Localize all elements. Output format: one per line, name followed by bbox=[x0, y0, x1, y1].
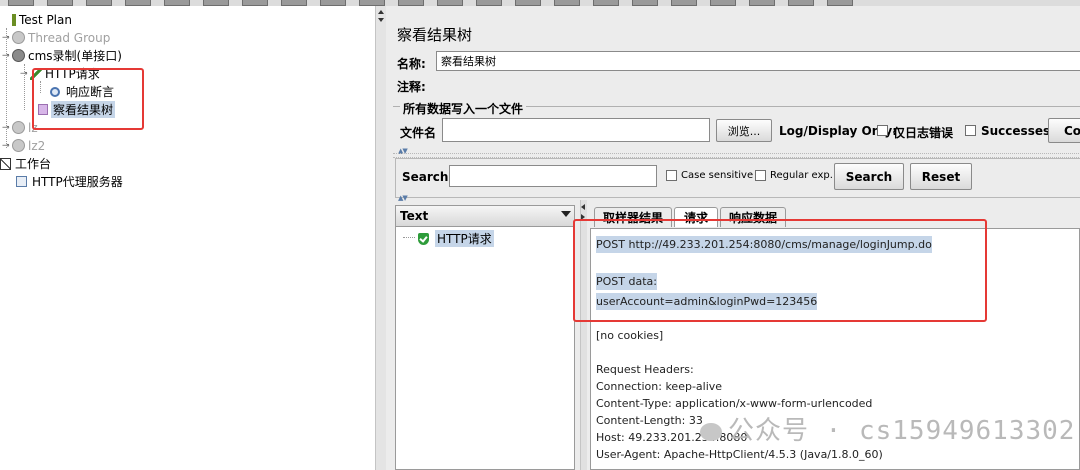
search-label: Search: bbox=[402, 170, 454, 184]
tree-item-label: HTTP代理服务器 bbox=[32, 175, 123, 189]
name-label: 名称: bbox=[397, 57, 426, 71]
tree-connector bbox=[6, 28, 8, 148]
chevron-down-icon bbox=[561, 211, 571, 217]
configure-button[interactable]: Co bbox=[1048, 118, 1080, 143]
filename-field[interactable] bbox=[442, 118, 710, 142]
request-line: Request Headers: bbox=[596, 363, 694, 376]
wechat-icon bbox=[700, 422, 722, 441]
test-plan-tree: Test Plan ⊸ Thread Group ⊸ cms录制(单接口) ⊸ … bbox=[0, 6, 375, 470]
request-line: User-Agent: Apache-HttpClient/4.5.3 (Jav… bbox=[596, 448, 883, 461]
regex-label: Regular exp. bbox=[770, 170, 833, 181]
request-line: [no cookies] bbox=[596, 329, 664, 342]
errors-only-checkbox[interactable] bbox=[877, 125, 888, 136]
request-line bbox=[596, 344, 932, 361]
name-field[interactable] bbox=[436, 51, 1080, 71]
regex-checkbox[interactable] bbox=[755, 170, 766, 181]
watermark-text: 公众号 · cs15949613302 bbox=[728, 416, 1076, 446]
search-input[interactable] bbox=[449, 165, 657, 187]
case-sensitive-checkbox[interactable] bbox=[666, 170, 677, 181]
filename-label: 文件名 bbox=[400, 126, 437, 140]
tree-item-label: 工作台 bbox=[15, 157, 52, 171]
gear-icon bbox=[12, 49, 25, 62]
tree-item-http-proxy[interactable]: HTTP代理服务器 bbox=[16, 173, 123, 190]
tree-item-label: Thread Group bbox=[28, 30, 111, 45]
success-shield-icon bbox=[418, 232, 429, 245]
highlight-box-request bbox=[573, 219, 987, 322]
tree-connector bbox=[24, 64, 26, 110]
errors-only-label: 仅日志错误 bbox=[893, 126, 954, 140]
collapse-arrows-icon[interactable]: ▲▼ bbox=[398, 194, 408, 202]
proxy-icon bbox=[16, 176, 27, 187]
tree-item-label: Test Plan bbox=[19, 12, 72, 27]
sample-item-http-request[interactable]: HTTP请求 bbox=[418, 230, 494, 247]
sample-label: HTTP请求 bbox=[435, 230, 494, 247]
case-sensitive-label: Case sensitive bbox=[681, 170, 754, 181]
comment-field[interactable] bbox=[430, 74, 1080, 94]
renderer-select[interactable]: Text bbox=[395, 205, 575, 227]
successes-checkbox[interactable] bbox=[965, 125, 976, 136]
file-group-legend: 所有数据写入一个文件 bbox=[400, 100, 527, 117]
tree-connector bbox=[403, 237, 415, 238]
renderer-value: Text bbox=[400, 209, 429, 223]
gear-icon bbox=[12, 121, 25, 134]
search-button[interactable]: Search bbox=[834, 163, 904, 190]
request-line: Connection: keep-alive bbox=[596, 380, 723, 393]
browse-button[interactable]: 浏览... bbox=[716, 119, 772, 142]
gear-icon bbox=[12, 139, 25, 152]
comment-label: 注释: bbox=[397, 80, 426, 94]
successes-label: Successes bbox=[981, 124, 1051, 138]
watermark: 公众号 · cs15949613302 bbox=[700, 410, 1075, 447]
highlight-box-tree bbox=[32, 68, 144, 130]
testplan-icon bbox=[12, 13, 16, 26]
tree-item-label: lz2 bbox=[28, 138, 46, 153]
panel-title: 察看结果树 bbox=[397, 26, 473, 44]
tree-item-cms-recording[interactable]: ⊸ cms录制(单接口) bbox=[2, 47, 122, 64]
tree-item-test-plan[interactable]: Test Plan bbox=[2, 11, 72, 28]
tree-item-lz2[interactable]: ⊸ lz2 bbox=[2, 137, 45, 154]
tree-item-label: cms录制(单接口) bbox=[28, 49, 122, 63]
tree-item-thread-group[interactable]: ⊸ Thread Group bbox=[2, 29, 110, 46]
reset-button[interactable]: Reset bbox=[910, 163, 972, 190]
workbench-icon bbox=[0, 157, 11, 170]
tree-item-workbench[interactable]: 工作台 bbox=[0, 155, 51, 172]
gear-icon bbox=[12, 31, 25, 44]
